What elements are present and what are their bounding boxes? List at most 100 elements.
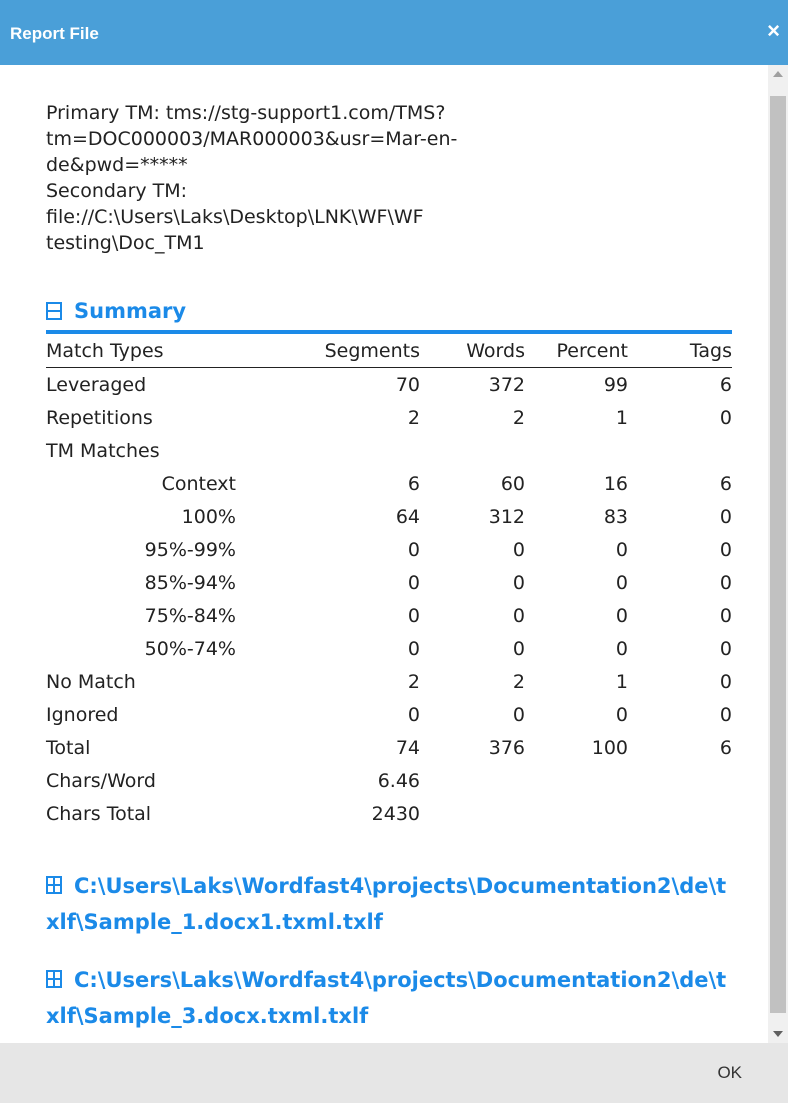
match-type-cell: 85%-94% — [144, 571, 236, 594]
match-type-cell: Ignored — [46, 703, 119, 726]
table-row: Leveraged 70 372 99 6 — [46, 368, 732, 402]
percent-cell: 83 — [603, 505, 628, 528]
table-row: Chars/Word 6.46 — [46, 764, 732, 797]
words-cell: 60 — [500, 472, 525, 495]
tags-cell: 6 — [719, 736, 732, 759]
segments-cell: 0 — [407, 538, 420, 561]
tags-cell: 0 — [719, 505, 732, 528]
tags-cell: 0 — [719, 604, 732, 627]
tags-cell: 0 — [719, 538, 732, 561]
file-path: C:\Users\Laks\Wordfast4\projects\Documen… — [46, 968, 727, 1028]
report-content: Primary TM: tms://stg-support1.com/TMS? … — [46, 100, 736, 1034]
words-cell: 312 — [488, 505, 525, 528]
column-header: Match Types — [46, 334, 236, 368]
match-type-cell: Chars Total — [46, 802, 152, 825]
segments-cell: 6 — [407, 472, 420, 495]
segments-cell: 64 — [395, 505, 420, 528]
match-type-cell: Chars/Word — [46, 769, 156, 792]
percent-cell: 0 — [615, 637, 628, 660]
tags-cell — [628, 434, 732, 467]
percent-cell: 99 — [603, 373, 628, 396]
tm-info-line: tm=DOC000003/MAR000003&usr=Mar-en- — [46, 128, 458, 150]
segments-cell: 6.46 — [377, 769, 420, 792]
table-row: TM Matches — [46, 434, 732, 467]
table-row: Chars Total 2430 — [46, 797, 732, 830]
words-cell — [420, 797, 525, 830]
percent-cell: 0 — [615, 538, 628, 561]
tags-cell: 6 — [719, 373, 732, 396]
table-row: Total 74 376 100 6 — [46, 731, 732, 764]
summary-heading: Summary — [74, 299, 187, 323]
words-cell: 2 — [512, 406, 525, 429]
percent-cell: 0 — [615, 571, 628, 594]
summary-table: Match Types Segments Words Percent Tags … — [46, 334, 732, 830]
tm-info: Primary TM: tms://stg-support1.com/TMS? … — [46, 100, 736, 256]
summary-toggle[interactable]: Summary — [46, 296, 736, 326]
words-cell: 0 — [512, 703, 525, 726]
segments-cell: 0 — [407, 604, 420, 627]
file-entry-2[interactable]: C:\Users\Laks\Wordfast4\projects\Documen… — [46, 962, 736, 1034]
close-icon[interactable]: × — [767, 18, 780, 44]
percent-cell: 16 — [603, 472, 628, 495]
table-row: Context 6 60 16 6 — [46, 467, 732, 500]
dialog-title: Report File — [10, 24, 99, 43]
words-cell: 372 — [488, 373, 525, 396]
match-type-cell: 50%-74% — [144, 637, 236, 660]
column-header: Tags — [628, 334, 732, 368]
percent-cell — [525, 434, 628, 467]
collapse-box-icon — [46, 302, 62, 320]
table-row: 85%-94% 0 0 0 0 — [46, 566, 732, 599]
expand-grid-icon — [46, 876, 62, 894]
tm-info-line: file://C:\Users\Laks\Desktop\LNK\WF\WF — [46, 206, 424, 228]
words-cell: 0 — [512, 571, 525, 594]
tags-cell — [628, 764, 732, 797]
scroll-up-arrow-icon[interactable] — [773, 71, 783, 77]
tags-cell: 0 — [719, 703, 732, 726]
tags-cell: 0 — [719, 670, 732, 693]
ok-button[interactable]: OK — [717, 1063, 742, 1083]
table-row: 50%-74% 0 0 0 0 — [46, 632, 732, 665]
match-type-cell: 75%-84% — [144, 604, 236, 627]
file-entry-1[interactable]: C:\Users\Laks\Wordfast4\projects\Documen… — [46, 868, 736, 940]
match-type-cell: Repetitions — [46, 406, 153, 429]
segments-cell: 74 — [395, 736, 420, 759]
words-cell — [420, 764, 525, 797]
percent-cell: 1 — [615, 406, 628, 429]
match-type-cell: TM Matches — [46, 439, 160, 462]
words-cell — [420, 434, 525, 467]
tm-info-line: Primary TM: tms://stg-support1.com/TMS? — [46, 102, 446, 124]
table-row: Ignored 0 0 0 0 — [46, 698, 732, 731]
vertical-scrollbar[interactable] — [768, 65, 788, 1043]
tags-cell: 6 — [719, 472, 732, 495]
match-type-cell: Total — [46, 736, 91, 759]
words-cell: 376 — [488, 736, 525, 759]
match-type-cell: No Match — [46, 670, 136, 693]
segments-cell: 2430 — [371, 802, 420, 825]
match-type-cell: 95%-99% — [144, 538, 236, 561]
table-row: No Match 2 2 1 0 — [46, 665, 732, 698]
percent-cell: 0 — [615, 604, 628, 627]
percent-cell: 0 — [615, 703, 628, 726]
tags-cell — [628, 797, 732, 830]
segments-cell: 2 — [407, 406, 420, 429]
column-header: Percent — [525, 334, 628, 368]
segments-cell: 70 — [395, 373, 420, 396]
words-cell: 0 — [512, 604, 525, 627]
segments-cell — [236, 434, 420, 467]
expand-grid-icon — [46, 970, 62, 988]
column-header: Segments — [236, 334, 420, 368]
table-row: 100% 64 312 83 0 — [46, 500, 732, 533]
file-path: C:\Users\Laks\Wordfast4\projects\Documen… — [46, 874, 727, 934]
dialog-titlebar: Report File × — [0, 0, 788, 65]
scroll-down-arrow-icon[interactable] — [773, 1031, 783, 1037]
words-cell: 0 — [512, 637, 525, 660]
segments-cell: 0 — [407, 571, 420, 594]
report-file-dialog: Report File × Primary TM: tms://stg-supp… — [0, 0, 788, 1103]
table-row: 95%-99% 0 0 0 0 — [46, 533, 732, 566]
tm-info-line: testing\Doc_TM1 — [46, 232, 205, 254]
tm-info-line: de&pwd=***** — [46, 154, 188, 176]
percent-cell: 100 — [591, 736, 628, 759]
tags-cell: 0 — [719, 637, 732, 660]
scrollbar-thumb[interactable] — [770, 96, 786, 1013]
tm-info-line: Secondary TM: — [46, 180, 188, 202]
